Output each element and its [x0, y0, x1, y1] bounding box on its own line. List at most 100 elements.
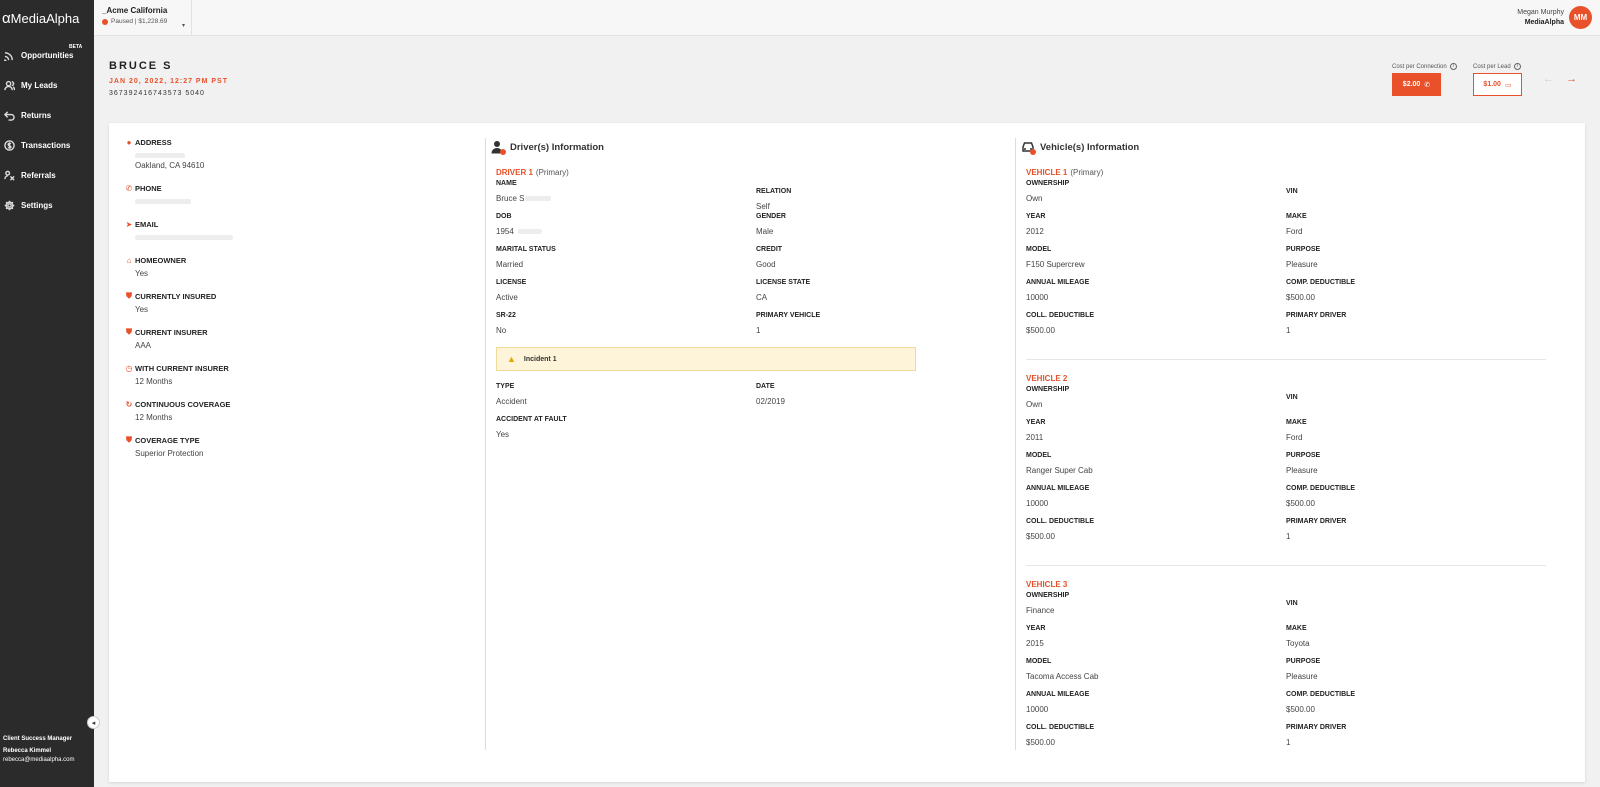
collapse-sidebar-button[interactable]: ◂	[87, 716, 100, 729]
field-value: No	[496, 326, 507, 335]
lead-name: BRUCE S	[109, 60, 173, 72]
field-label: MODEL	[1026, 658, 1052, 665]
warning-icon: ▲	[507, 354, 516, 364]
cost-per-lead-button[interactable]: $1.00 ▭	[1473, 73, 1522, 96]
field-value: 1954	[496, 227, 756, 236]
previous-lead-arrow-icon[interactable]: ←	[1543, 73, 1554, 85]
vehicle-field-model: MODEL Ranger Super Cab	[1026, 452, 1286, 485]
sidebar-item-returns[interactable]: Returns	[0, 100, 94, 130]
vehicle-title: VEHICLE 2	[1026, 374, 1546, 383]
vehicles-heading: Vehicle(s) Information	[1021, 140, 1140, 155]
sidebar-item-opportunities[interactable]: Opportunities BETA	[0, 40, 94, 70]
vehicle-field-model: MODEL F150 Supercrew	[1026, 246, 1286, 279]
field-label: PURPOSE	[1286, 452, 1321, 459]
sidebar-nav: Opportunities BETA My Leads Returns Tran…	[0, 40, 94, 220]
field-value: Accident	[496, 397, 527, 406]
field-label: CURRENT INSURER	[135, 327, 208, 337]
incident-banner[interactable]: ▲ Incident 1	[496, 347, 916, 371]
card-icon: ▭	[1504, 81, 1512, 89]
field-value: Toyota	[1286, 639, 1310, 648]
vehicle-field-primary-driver: PRIMARY DRIVER 1	[1286, 724, 1546, 757]
account-selector[interactable]: _Acme California Paused | $1,228.69 ▾	[94, 0, 192, 35]
vehicle-field-annual-mileage: ANNUAL MILEAGE 10000	[1026, 691, 1286, 724]
vehicle-field-year: YEAR 2011	[1026, 419, 1286, 452]
sidebar-item-settings[interactable]: Settings	[0, 190, 94, 220]
field-label: MODEL	[1026, 452, 1052, 459]
field-value: Married	[496, 260, 524, 269]
field-label: GENDER	[756, 213, 786, 220]
driver-field-relation: RELATION Self	[756, 180, 1016, 213]
field-value: 1	[1286, 532, 1291, 541]
field-value: 2015	[1026, 639, 1044, 648]
vehicle-field-vin: VIN	[1286, 180, 1546, 213]
vehicle-field-year: YEAR 2012	[1026, 213, 1286, 246]
field-value: Self	[756, 202, 770, 211]
sidebar-item-transactions[interactable]: Transactions	[0, 130, 94, 160]
field-value: 10000	[1026, 499, 1049, 508]
return-arrow-icon	[3, 109, 15, 121]
field-value: Yes	[496, 430, 510, 439]
field-label: CURRENTLY INSURED	[135, 291, 217, 301]
avatar[interactable]: MM	[1569, 6, 1592, 29]
next-lead-arrow-icon[interactable]: →	[1566, 73, 1577, 85]
field-value: 2012	[1026, 227, 1044, 236]
field-value: $500.00	[1026, 738, 1055, 747]
chevron-left-icon: ◂	[91, 719, 96, 727]
field-value: Tacoma Access Cab	[1026, 672, 1099, 681]
field-value: Yes	[135, 305, 149, 314]
vehicles-heading-text: Vehicle(s) Information	[1040, 141, 1140, 153]
vehicle-block: VEHICLE 1 (Primary) OWNERSHIP Own VIN YEAR 201…	[1026, 168, 1546, 345]
vehicle-divider	[1026, 359, 1546, 360]
field-value: CA	[756, 293, 768, 302]
sidebar-item-referrals[interactable]: Referrals	[0, 160, 94, 190]
user-name: Megan Murphy	[1517, 9, 1564, 16]
paused-status-icon	[102, 18, 108, 25]
field-label: NAME	[496, 180, 517, 187]
field-label: ANNUAL MILEAGE	[1026, 691, 1090, 698]
field-label: COVERAGE TYPE	[135, 435, 200, 445]
driver-title: DRIVER 1	[496, 168, 533, 177]
driver-field-license-state: LICENSE STATE CA	[756, 279, 1016, 312]
sidebar-item-my-leads[interactable]: My Leads	[0, 70, 94, 100]
vehicle-field-coll-deductible: COLL. DEDUCTIBLE $500.00	[1026, 518, 1286, 551]
vehicle-field-coll-deductible: COLL. DEDUCTIBLE $500.00	[1026, 312, 1286, 345]
driver-field-dob: DOB 1954	[496, 213, 756, 246]
field-label: LICENSE STATE	[756, 279, 811, 286]
sidebar-item-label: Returns	[21, 110, 52, 120]
info-icon[interactable]: i	[1449, 63, 1457, 70]
vehicle-fields: OWNERSHIP Own VIN YEAR 2012 MAKE Ford MODEL F150…	[1026, 180, 1546, 345]
field-label: OWNERSHIP	[1026, 386, 1070, 393]
mediaalpha-logo[interactable]: α MediaAlpha	[0, 0, 94, 36]
field-label: CREDIT	[756, 246, 783, 253]
field-label: COMP. DEDUCTIBLE	[1286, 279, 1356, 286]
vehicle-field-annual-mileage: ANNUAL MILEAGE 10000	[1026, 485, 1286, 518]
csm-email[interactable]: rebecca@mediaalpha.com	[3, 756, 74, 765]
field-label: PURPOSE	[1286, 658, 1321, 665]
contact-currently-insured: ⛊ CURRENTLY INSURED Yes	[124, 291, 464, 315]
field-value: 10000	[1026, 705, 1049, 714]
field-value: Bruce S	[496, 194, 756, 203]
field-value: $500.00	[1026, 532, 1055, 541]
vehicle-block: VEHICLE 2 OWNERSHIP Own VIN YEAR 2011 MAKE Ford…	[1026, 374, 1546, 551]
field-label: ADDRESS	[135, 137, 172, 147]
field-value: Pleasure	[1286, 260, 1318, 269]
shield-icon: ⛊	[126, 291, 132, 300]
driver-name-value: Bruce S	[496, 194, 525, 203]
field-value: Finance	[1026, 606, 1055, 615]
users-icon	[3, 79, 15, 91]
cost-per-connection-button[interactable]: $2.00 ✆	[1392, 73, 1441, 96]
vehicle-title-text: VEHICLE 1	[1026, 168, 1068, 177]
vehicle-title: VEHICLE 1 (Primary)	[1026, 168, 1546, 177]
vehicle-field-year: YEAR 2015	[1026, 625, 1286, 658]
map-pin-icon: ●	[126, 137, 132, 147]
field-value: $500.00	[1286, 293, 1315, 302]
field-value: Ford	[1286, 227, 1303, 236]
info-icon[interactable]: i	[1513, 63, 1521, 70]
user-info[interactable]: Megan Murphy MediaAlpha	[1517, 8, 1564, 28]
vehicle-field-primary-driver: PRIMARY DRIVER 1	[1286, 518, 1546, 551]
incident-field-type: TYPE Accident	[496, 383, 756, 416]
field-value: Pleasure	[1286, 466, 1318, 475]
field-label: ACCIDENT AT FAULT	[496, 416, 567, 423]
field-value: Active	[496, 293, 518, 302]
contact-continuous-coverage: ↻ CONTINUOUS COVERAGE 12 Months	[124, 399, 464, 423]
